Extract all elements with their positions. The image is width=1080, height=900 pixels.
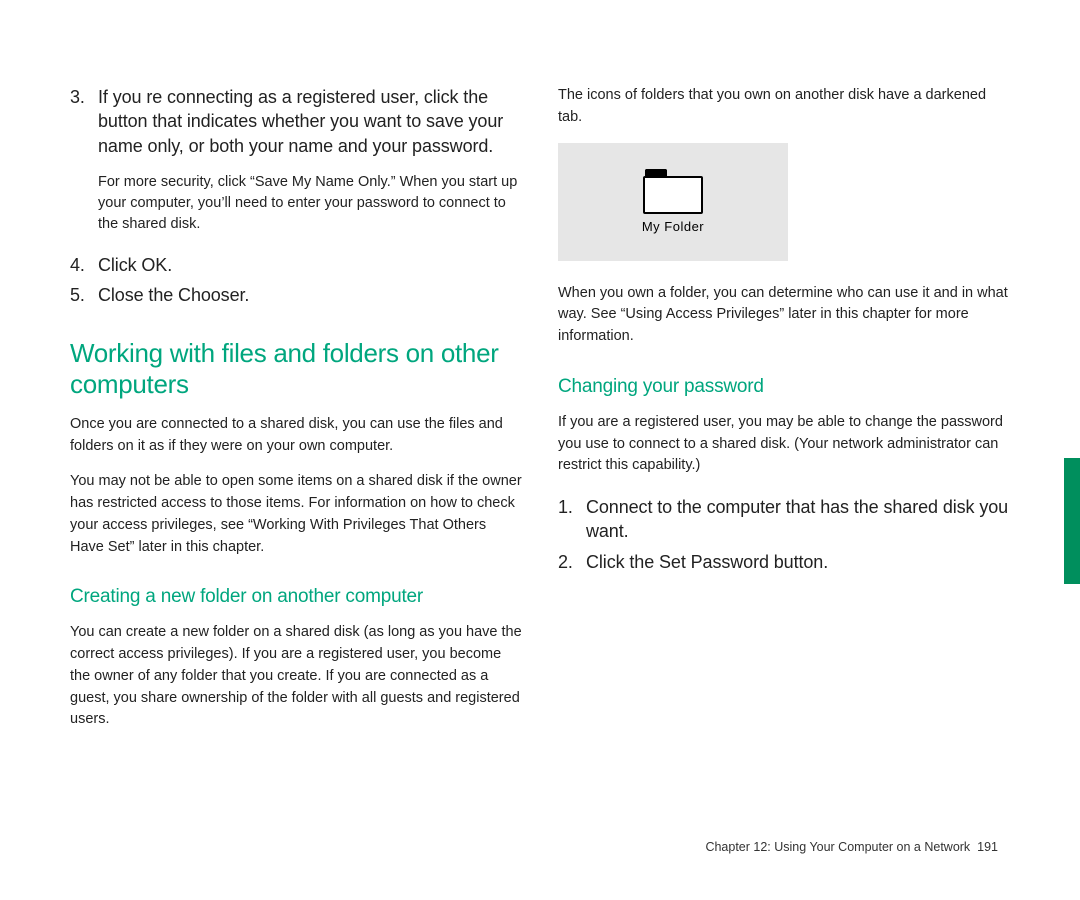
step-number: 3. — [70, 85, 98, 158]
page-content: 3. If you re connecting as a registered … — [0, 0, 1080, 900]
step-number: 5. — [70, 283, 98, 307]
thumb-tab — [1064, 458, 1080, 584]
left-column: 3. If you re connecting as a registered … — [70, 85, 522, 850]
step-text: Click OK. — [98, 253, 522, 277]
chapter-label: Chapter 12: Using Your Computer on a Net… — [705, 840, 970, 854]
step-4: 4. Click OK. — [70, 253, 522, 277]
step-3-note: For more security, click “Save My Name O… — [98, 172, 522, 235]
subsection-heading: Changing your password — [558, 376, 1010, 398]
page-footer: Chapter 12: Using Your Computer on a Net… — [705, 840, 998, 854]
body-paragraph: If you are a registered user, you may be… — [558, 412, 1010, 477]
section-heading: Working with files and folders on other … — [70, 338, 522, 400]
page-number: 191 — [977, 840, 998, 854]
subsection-heading: Creating a new folder on another compute… — [70, 586, 522, 608]
step-3: 3. If you re connecting as a registered … — [70, 85, 522, 158]
body-paragraph: You can create a new folder on a shared … — [70, 622, 522, 731]
step-text: Click the Set Password button. — [586, 550, 1010, 574]
step-2: 2. Click the Set Password button. — [558, 550, 1010, 574]
step-text: Connect to the computer that has the sha… — [586, 495, 1010, 544]
right-column: The icons of folders that you own on ano… — [558, 85, 1010, 850]
step-number: 1. — [558, 495, 586, 544]
folder-label: My Folder — [642, 219, 704, 234]
folder-illustration: My Folder — [558, 143, 788, 261]
body-paragraph: When you own a folder, you can determine… — [558, 283, 1010, 348]
step-1: 1. Connect to the computer that has the … — [558, 495, 1010, 544]
step-text: If you re connecting as a registered use… — [98, 85, 522, 158]
caption: The icons of folders that you own on ano… — [558, 85, 1010, 129]
step-5: 5. Close the Chooser. — [70, 283, 522, 307]
folder-icon — [643, 169, 703, 213]
body-paragraph: You may not be able to open some items o… — [70, 471, 522, 558]
body-paragraph: Once you are connected to a shared disk,… — [70, 414, 522, 458]
step-text: Close the Chooser. — [98, 283, 522, 307]
step-number: 4. — [70, 253, 98, 277]
step-number: 2. — [558, 550, 586, 574]
